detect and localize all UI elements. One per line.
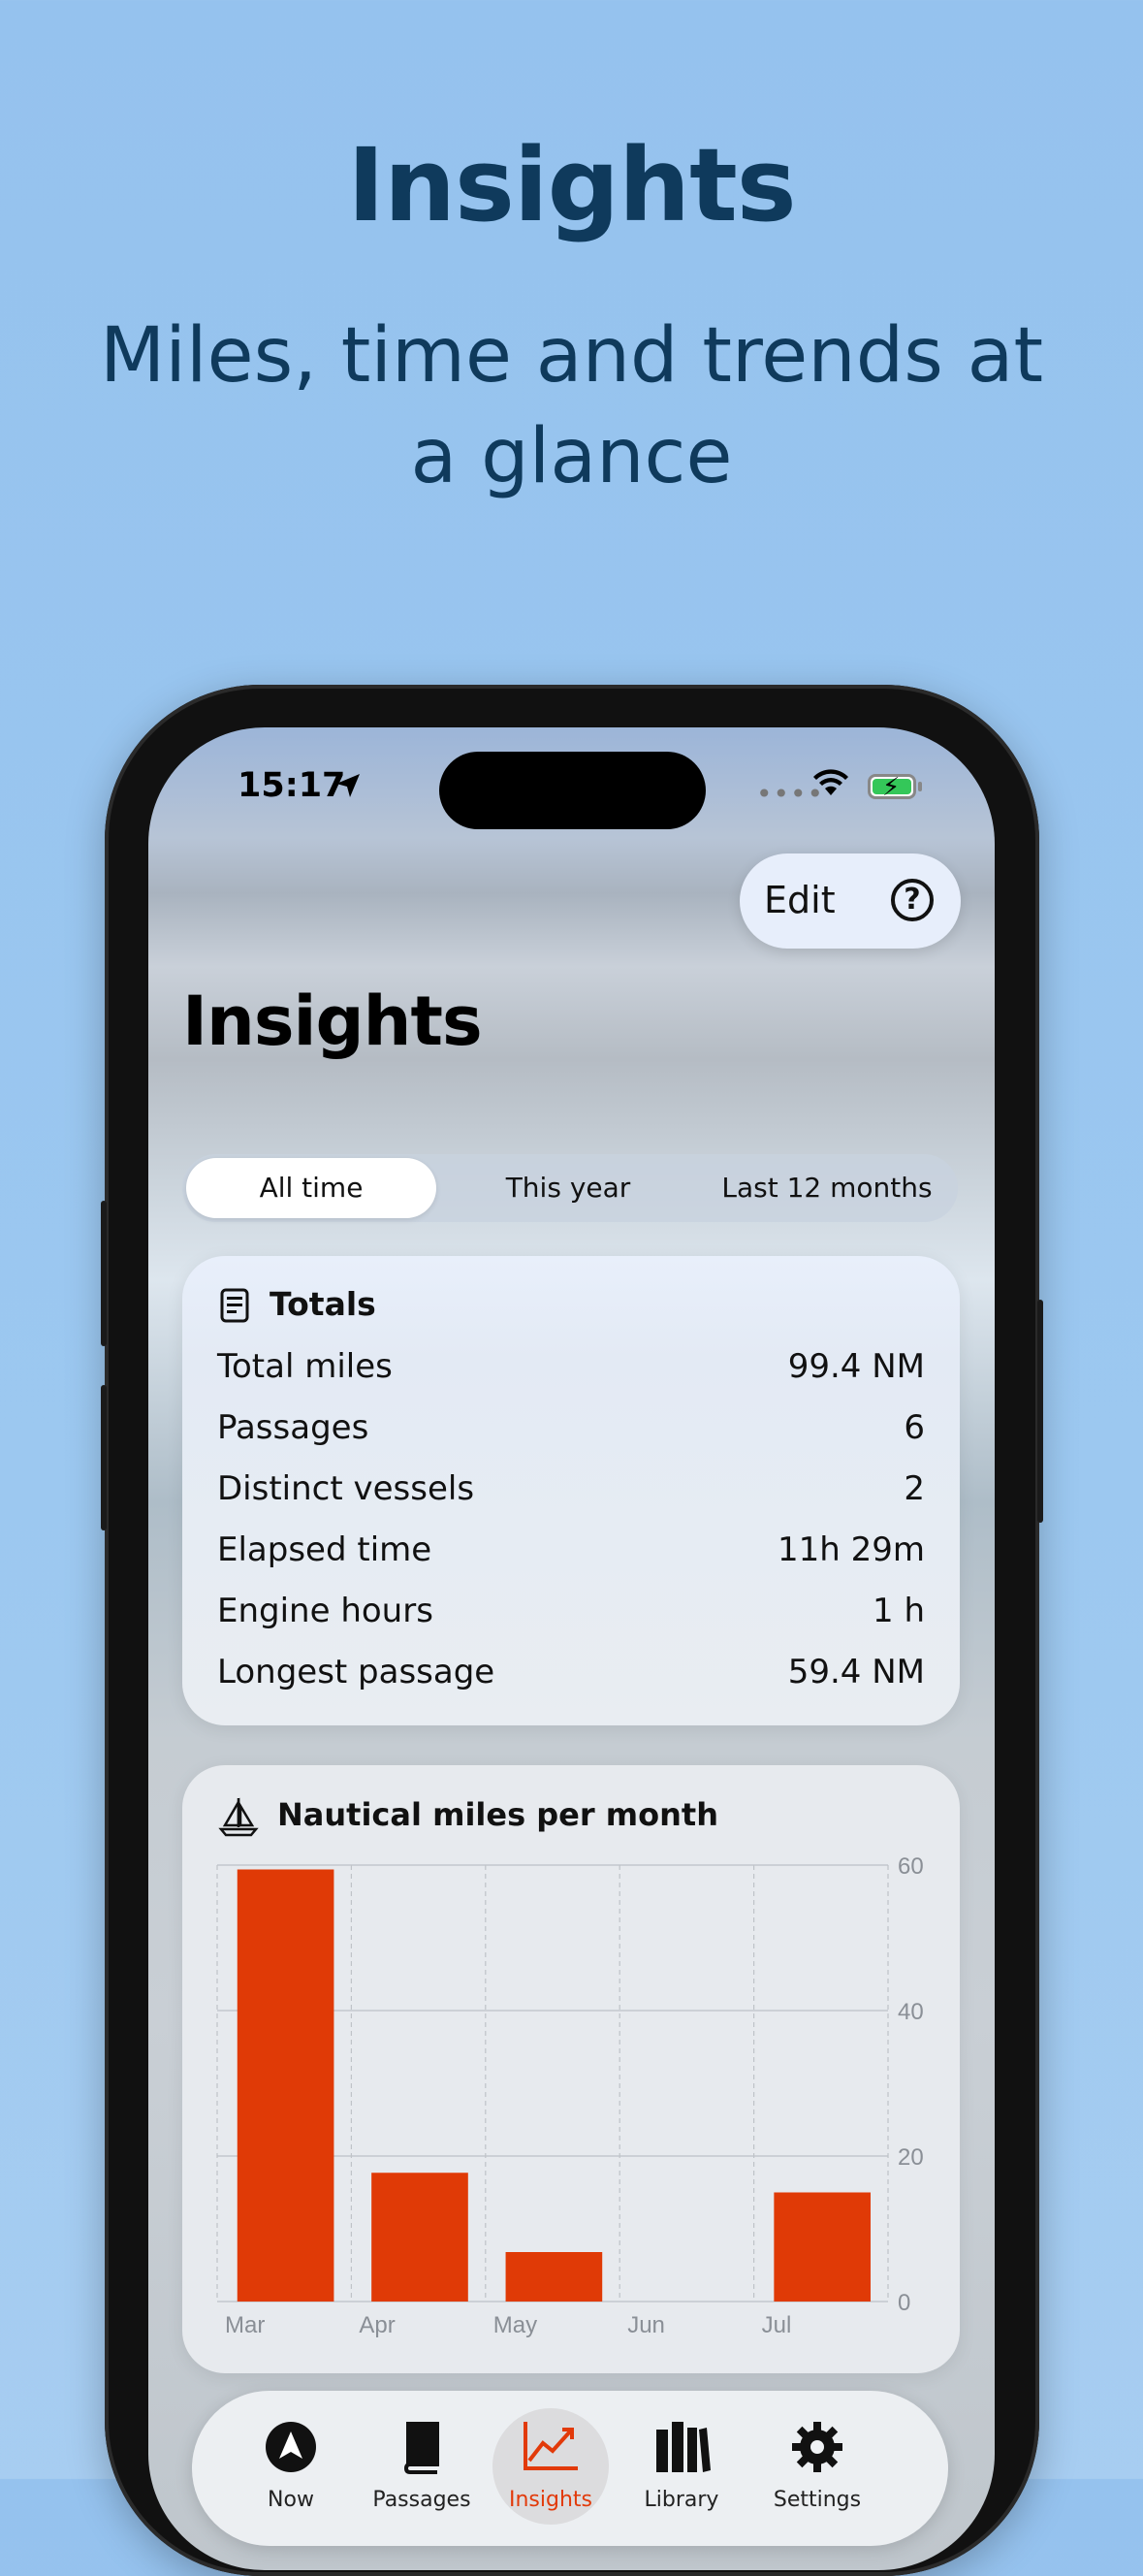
- stat-value: 1 h: [873, 1592, 925, 1630]
- segment-last-12-months[interactable]: Last 12 months: [700, 1158, 954, 1218]
- y-tick-label: 40: [898, 1999, 924, 2025]
- y-tick-label: 0: [898, 2290, 910, 2316]
- tab-now[interactable]: Now: [233, 2408, 349, 2525]
- app-screen: 15:17 •••• ⚡ Edit ? Insights All time Th…: [148, 727, 995, 2570]
- totals-card: Totals Total miles 99.4 NM Passages 6 Di…: [182, 1256, 960, 1725]
- period-segmented-control: All time This year Last 12 months: [182, 1154, 958, 1222]
- stat-label: Total miles: [217, 1347, 393, 1386]
- gear-icon: [792, 2422, 842, 2472]
- tab-label: Now: [268, 2488, 314, 2512]
- edit-toolbar: Edit ?: [740, 853, 961, 949]
- segment-this-year[interactable]: This year: [444, 1158, 692, 1218]
- battery-icon: ⚡: [868, 773, 916, 802]
- stat-row: Distinct vessels 2: [217, 1469, 925, 1518]
- segment-all-time[interactable]: All time: [186, 1158, 436, 1218]
- stat-row: Engine hours 1 h: [217, 1592, 925, 1640]
- stat-label: Longest passage: [217, 1653, 495, 1691]
- stat-value: 2: [904, 1469, 925, 1508]
- x-tick-label: Jun: [627, 2312, 665, 2338]
- stat-row: Longest passage 59.4 NM: [217, 1653, 925, 1701]
- stat-label: Elapsed time: [217, 1530, 432, 1569]
- tab-passages[interactable]: Passages: [364, 2408, 480, 2525]
- tab-bar: Now Passages Insights Library Settings: [192, 2391, 948, 2546]
- stat-row: Passages 6: [217, 1408, 925, 1457]
- edit-button[interactable]: Edit: [764, 879, 836, 921]
- totals-title: Totals: [270, 1285, 376, 1323]
- location-arrow-icon: [336, 774, 360, 797]
- question-circle-icon[interactable]: ?: [891, 879, 934, 921]
- tab-label: Settings: [773, 2488, 862, 2512]
- phone-side-button: [101, 1385, 107, 1530]
- dynamic-island: [439, 752, 706, 829]
- x-tick-label: Apr: [359, 2312, 395, 2338]
- promo-title: Insights: [347, 126, 796, 244]
- promo-subtitle: Miles, time and trends at a glance: [99, 312, 1044, 500]
- chart-line-icon: [524, 2422, 578, 2470]
- wifi-icon: [813, 769, 848, 795]
- bar-jul: [774, 2192, 872, 2302]
- stat-value: 59.4 NM: [787, 1653, 925, 1691]
- tab-label: Insights: [508, 2488, 592, 2512]
- stat-label: Engine hours: [217, 1592, 433, 1630]
- stat-label: Passages: [217, 1408, 369, 1447]
- library-icon: [656, 2422, 711, 2472]
- tab-library[interactable]: Library: [623, 2408, 740, 2525]
- book-icon: [403, 2422, 439, 2474]
- stat-row: Total miles 99.4 NM: [217, 1347, 925, 1396]
- bar-apr: [371, 2173, 468, 2302]
- x-tick-label: Mar: [225, 2312, 265, 2338]
- stat-value: 6: [904, 1408, 925, 1447]
- y-tick-label: 20: [898, 2144, 924, 2171]
- battery-cap: [918, 782, 922, 791]
- phone-side-button: [101, 1201, 107, 1346]
- tab-label: Passages: [372, 2488, 471, 2512]
- bar-chart: 0 20 40 60 Mar Apr May Jun Jul: [216, 1853, 924, 2338]
- page-title: Insights: [182, 982, 483, 1061]
- stat-value: 11h 29m: [777, 1530, 925, 1569]
- bar-may: [505, 2252, 603, 2302]
- status-time: 15:17: [238, 766, 346, 805]
- miles-per-month-card: Nautical miles per month 0 20 40 60 Mar Apr Ma…: [182, 1765, 960, 2373]
- x-tick-label: Jul: [762, 2312, 792, 2338]
- stat-value: 99.4 NM: [787, 1347, 925, 1386]
- document-icon: [220, 1288, 249, 1323]
- stat-row: Elapsed time 11h 29m: [217, 1530, 925, 1579]
- navigation-arrow-icon: [266, 2422, 316, 2472]
- stat-label: Distinct vessels: [217, 1469, 475, 1508]
- y-tick-label: 60: [898, 1853, 924, 1880]
- bar-mar: [237, 1869, 334, 2302]
- tab-label: Library: [644, 2488, 719, 2512]
- x-tick-label: May: [493, 2312, 537, 2338]
- tab-insights[interactable]: Insights: [492, 2408, 609, 2525]
- tab-settings[interactable]: Settings: [759, 2408, 875, 2525]
- phone-side-button: [1037, 1300, 1043, 1523]
